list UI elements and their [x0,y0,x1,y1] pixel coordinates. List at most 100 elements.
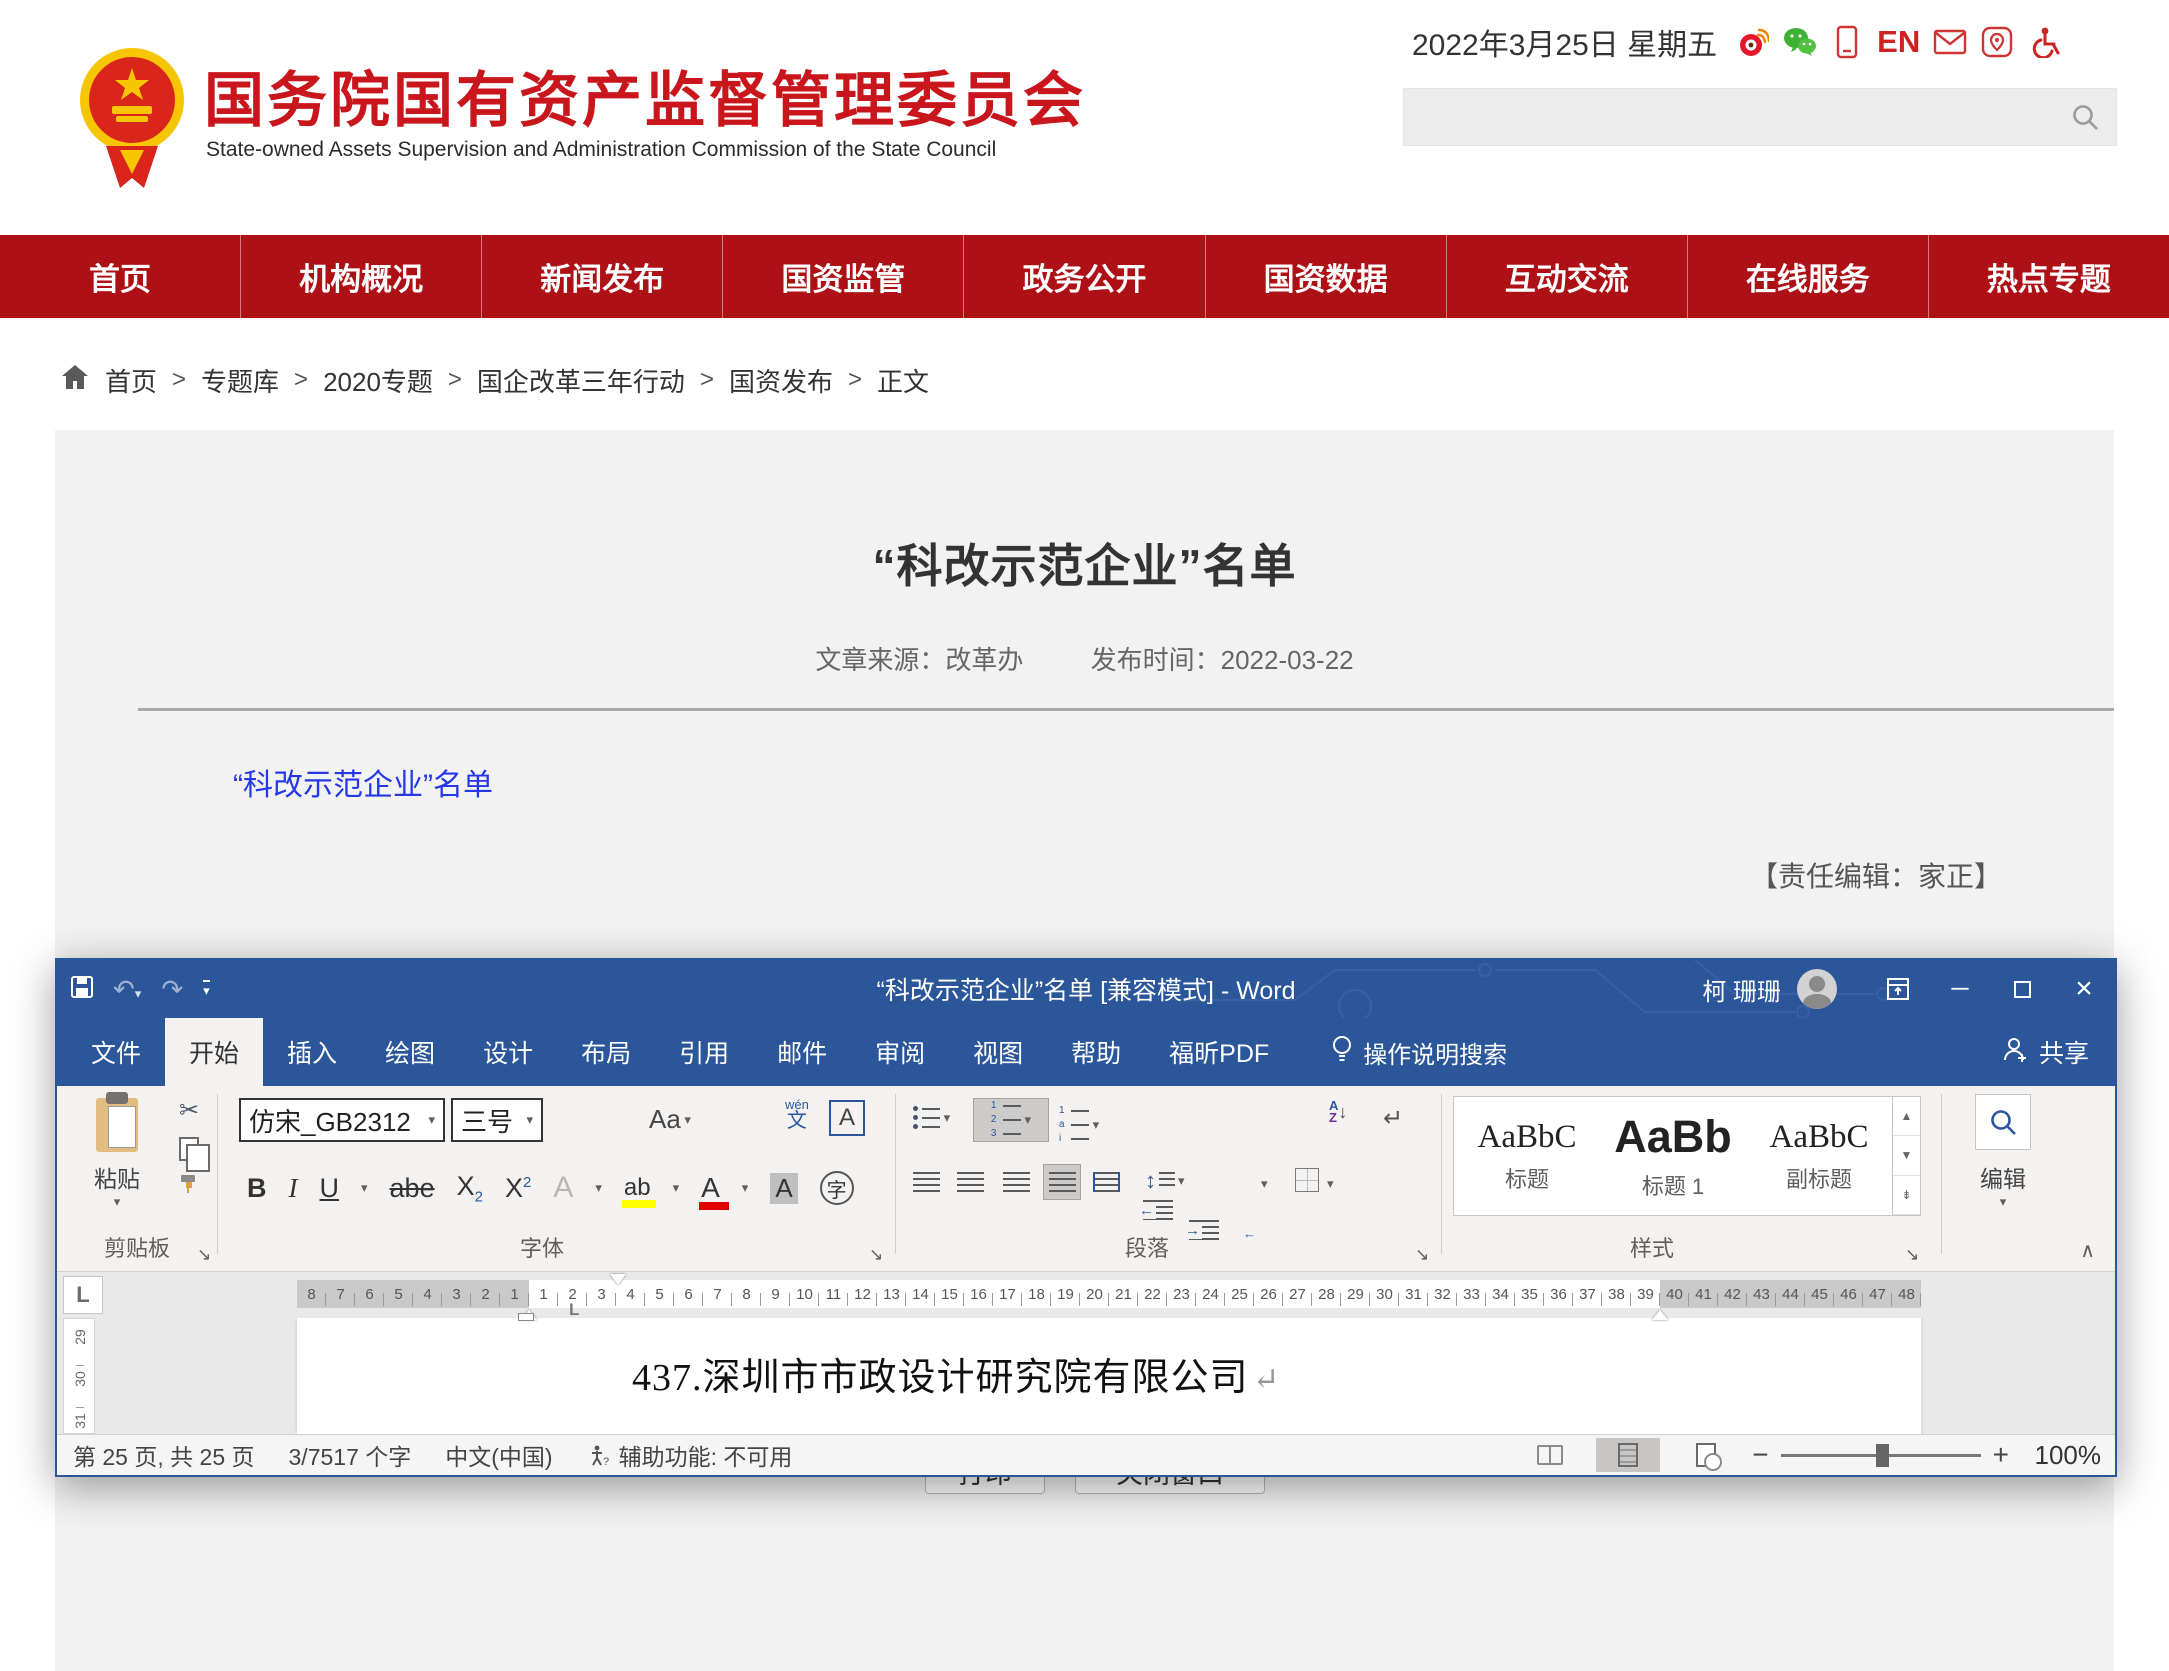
tab-file[interactable]: 文件 [67,1018,165,1086]
styles-scroll-down-icon[interactable]: ▼ [1893,1136,1920,1175]
superscript-button[interactable]: X2 [505,1173,531,1204]
shading-dropdown-icon[interactable]: ▾ [1261,1176,1268,1192]
accessibility-status[interactable]: ? 辅助功能: 不可用 [587,1438,793,1472]
change-case-button[interactable]: Aa ▾ [649,1104,691,1135]
styles-dialog-launcher[interactable]: ↘ [1905,1245,1919,1265]
paste-dropdown-icon[interactable]: ▾ [114,1194,121,1210]
web-layout-button[interactable] [1674,1438,1738,1472]
style-heading1[interactable]: AaBb 标题 1 [1600,1097,1746,1215]
breadcrumb-reform-action[interactable]: 国企改革三年行动 [477,362,685,399]
vertical-ruler[interactable]: 29 30 31 [63,1318,95,1434]
home-icon[interactable] [60,363,90,398]
tab-foxit-pdf[interactable]: 福昕PDF [1145,1018,1293,1086]
search-icon[interactable] [2070,102,2100,137]
tab-stop-marker[interactable]: L [569,1300,579,1320]
font-name-select[interactable]: 仿宋_GB2312▾ [239,1098,445,1142]
zoom-slider-handle[interactable] [1876,1444,1889,1467]
tab-references[interactable]: 引用 [655,1018,753,1086]
read-mode-button[interactable] [1518,1438,1582,1472]
ribbon-display-options-icon[interactable] [1867,960,1929,1018]
align-center-button[interactable] [957,1172,984,1192]
location-icon[interactable] [1980,25,2014,59]
paste-button[interactable]: 粘贴 ▾ [71,1094,163,1226]
tab-view[interactable]: 视图 [949,1018,1047,1086]
site-search-input[interactable] [1403,88,2117,146]
nav-item-organization[interactable]: 机构概况 [241,235,482,318]
bold-button[interactable]: B [247,1173,267,1204]
zoom-out-button[interactable]: − [1752,1439,1768,1471]
nav-item-home[interactable]: 首页 [0,235,241,318]
first-line-indent-marker[interactable] [610,1274,626,1293]
share-button[interactable]: 共享 [2003,1018,2089,1086]
document-text-line[interactable]: 437.深圳市市政设计研究院有限公司↵ [632,1346,1280,1401]
save-icon[interactable] [71,976,93,1003]
breadcrumb-release[interactable]: 国资发布 [729,362,833,399]
weibo-icon[interactable] [1736,25,1770,59]
distribute-button[interactable] [1093,1172,1120,1192]
clear-formatting-button[interactable]: A [735,1162,2169,1194]
nav-item-interaction[interactable]: 互动交流 [1447,235,1688,318]
font-dialog-launcher[interactable]: ↘ [869,1245,883,1265]
strikethrough-button[interactable]: abe [390,1173,435,1204]
maximize-button[interactable] [1991,960,2053,1018]
close-button[interactable]: × [2053,960,2115,1018]
enclose-characters-button[interactable]: 字 [820,1171,854,1205]
tab-draw[interactable]: 绘图 [361,1018,459,1086]
styles-scroll-up-icon[interactable]: ▲ [1893,1097,1920,1136]
character-shading-button[interactable]: A [770,1173,797,1204]
decrease-indent-button[interactable]: ← [1143,1200,1173,1220]
print-layout-button[interactable] [1596,1438,1660,1472]
sort-button[interactable]: AZ↓ [1329,1100,1347,1123]
nav-item-supervision[interactable]: 国资监管 [723,235,964,318]
undo-icon[interactable]: ↶▾ [113,974,141,1005]
font-color-dropdown-icon[interactable]: ▾ [742,1180,749,1196]
breadcrumb-topics[interactable]: 专题库 [201,362,279,399]
collapse-ribbon-icon[interactable]: ∧ [2080,1238,2095,1263]
zoom-in-button[interactable]: + [1993,1439,2009,1471]
mobile-icon[interactable] [1830,25,1864,59]
borders-button[interactable] [1295,1168,1319,1192]
user-avatar[interactable] [1797,969,1837,1009]
nav-item-hot-topics[interactable]: 热点专题 [1929,235,2169,318]
paragraph-dialog-launcher[interactable]: ↘ [1415,1245,1429,1265]
text-effects-button[interactable]: A [553,1171,573,1205]
show-paragraph-marks-button[interactable]: ↵ [1383,1104,1403,1133]
tell-me-search[interactable]: 操作说明搜索 [1311,1018,1527,1086]
breadcrumb-2020[interactable]: 2020专题 [323,362,433,399]
horizontal-ruler[interactable]: 87654321 1234567891011121314151617181920… [297,1280,1921,1308]
styles-gallery-expand-icon[interactable]: ⇟ [1893,1176,1920,1215]
font-color-button[interactable]: A [701,1172,720,1204]
customize-toolbar-icon[interactable]: ▾ [203,980,210,999]
tab-selector[interactable]: L [63,1276,103,1314]
multilevel-list-button[interactable]: 1ai ▾ [1059,1106,1099,1144]
text-effects-dropdown-icon[interactable]: ▾ [595,1180,602,1196]
attachment-link[interactable]: “科改示范企业”名单 [233,760,493,804]
highlight-button[interactable]: ab [624,1174,651,1202]
tab-home[interactable]: 开始 [165,1018,263,1086]
zoom-level[interactable]: 100% [2021,1440,2101,1471]
borders-dropdown-icon[interactable]: ▾ [1327,1176,1334,1192]
language-indicator[interactable]: 中文(中国) [445,1438,552,1472]
tab-design[interactable]: 设计 [459,1018,557,1086]
align-left-button[interactable] [913,1172,940,1192]
zoom-slider-track[interactable] [1781,1454,1981,1457]
accessibility-icon[interactable] [2027,25,2061,59]
tab-layout[interactable]: 布局 [557,1018,655,1086]
cut-icon[interactable]: ✂ [179,1096,199,1125]
numbering-button[interactable]: 123 ▾ [973,1098,1049,1142]
nav-item-online-service[interactable]: 在线服务 [1688,235,1929,318]
wechat-icon[interactable] [1783,25,1817,59]
page-indicator[interactable]: 第 25 页, 共 25 页 [73,1438,255,1472]
user-name[interactable]: 柯 珊珊 [1702,972,1781,1007]
subscript-button[interactable]: X2 [457,1171,483,1205]
phonetic-guide-button[interactable]: wén文 [785,1098,809,1131]
character-border-button[interactable]: A [829,1100,865,1136]
breadcrumb-home[interactable]: 首页 [105,362,157,399]
english-link[interactable]: EN [1877,24,1920,60]
left-indent-box-marker[interactable] [518,1313,534,1321]
align-right-button[interactable] [1003,1172,1030,1192]
line-spacing-button[interactable]: ↕▾ [1145,1168,1185,1194]
word-count[interactable]: 3/7517 个字 [289,1438,412,1472]
redo-icon[interactable]: ↷ [161,974,183,1005]
tab-help[interactable]: 帮助 [1047,1018,1145,1086]
